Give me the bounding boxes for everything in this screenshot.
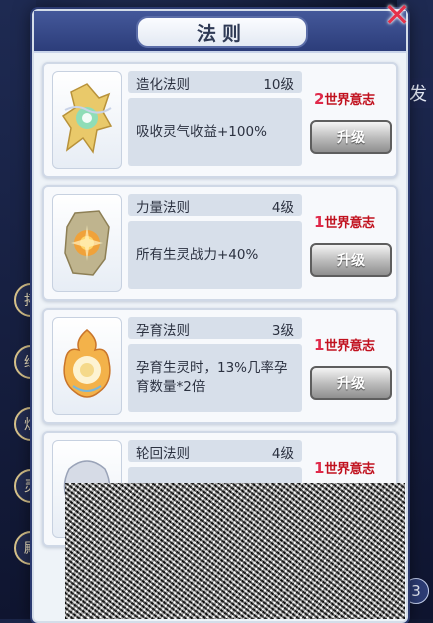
panel-title: 法则 — [136, 16, 308, 48]
noise-overlay — [65, 483, 405, 619]
law-name: 力量法则 — [136, 200, 190, 216]
upgrade-button[interactable]: 升级 — [310, 366, 392, 400]
law-effect-box: 孕育生灵时，13%几率孕育数量*2倍 — [128, 344, 302, 412]
law-name: 轮回法则 — [136, 446, 190, 462]
cost-resource: 世界意志 — [324, 93, 375, 108]
right-tab-label: 发 — [409, 84, 427, 105]
close-button[interactable]: ✕ — [380, 0, 414, 34]
law-name: 造化法则 — [136, 77, 190, 93]
upgrade-button[interactable]: 升级 — [310, 120, 392, 154]
cost-resource: 世界意志 — [324, 462, 375, 477]
law-effect: 吸收灵气收益+100% — [136, 123, 267, 140]
cost-resource: 世界意志 — [324, 216, 375, 231]
close-icon: ✕ — [383, 0, 411, 34]
cost-amount: 1 — [314, 336, 325, 354]
law-creation-icon — [52, 71, 122, 169]
law-card-breeding: 孕育法则 3级 孕育生灵时，13%几率孕育数量*2倍 1世界意志 升级 — [42, 308, 398, 424]
law-name: 孕育法则 — [136, 323, 190, 339]
law-name-bar: 孕育法则 3级 — [128, 317, 302, 339]
law-breeding-icon — [52, 317, 122, 415]
law-level: 4级 — [271, 446, 294, 462]
right-number-label: 3 — [411, 582, 421, 600]
cost-amount: 1 — [314, 459, 325, 477]
upgrade-cost: 1世界意志 — [314, 212, 375, 231]
law-effect-box: 所有生灵战力+40% — [128, 221, 302, 289]
upgrade-cost: 2世界意志 — [314, 89, 375, 108]
cost-amount: 2 — [314, 90, 325, 108]
law-card-creation: 造化法则 10级 吸收灵气收益+100% 2世界意志 升级 — [42, 62, 398, 178]
law-level: 4级 — [271, 200, 294, 216]
panel-header: 法则 — [34, 11, 406, 53]
law-effect: 孕育生灵时，13%几率孕育数量*2倍 — [136, 360, 288, 395]
law-power-icon — [52, 194, 122, 292]
upgrade-button[interactable]: 升级 — [310, 243, 392, 277]
law-level: 10级 — [263, 77, 294, 93]
upgrade-cost: 1世界意志 — [314, 458, 375, 477]
law-name-bar: 轮回法则 4级 — [128, 440, 302, 462]
cost-resource: 世界意志 — [324, 339, 375, 354]
cost-amount: 1 — [314, 213, 325, 231]
upgrade-cost: 1世界意志 — [314, 335, 375, 354]
law-card-power: 力量法则 4级 所有生灵战力+40% 1世界意志 升级 — [42, 185, 398, 301]
law-level: 3级 — [271, 323, 294, 339]
law-effect-box: 吸收灵气收益+100% — [128, 98, 302, 166]
law-name-bar: 造化法则 10级 — [128, 71, 302, 93]
law-name-bar: 力量法则 4级 — [128, 194, 302, 216]
law-effect: 所有生灵战力+40% — [136, 246, 259, 263]
